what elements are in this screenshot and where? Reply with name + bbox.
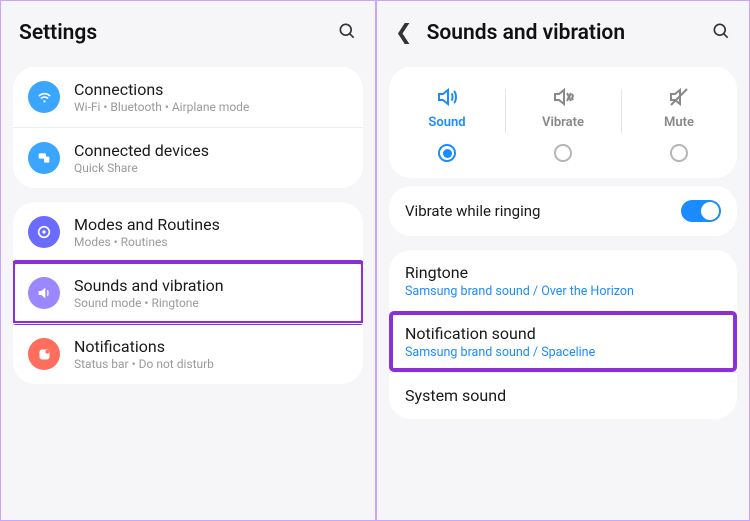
settings-item-subtitle: Sound mode • Ringtone [74, 296, 348, 310]
mode-label: Sound [428, 115, 465, 130]
settings-item-title: Connected devices [74, 141, 348, 160]
ringtone-item[interactable]: Ringtone Samsung brand sound / Over the … [389, 250, 737, 311]
radio-unselected[interactable] [670, 144, 688, 162]
search-icon[interactable] [337, 21, 357, 45]
mute-icon [666, 85, 692, 109]
modes-icon [28, 216, 60, 248]
settings-screen: Settings Connections Wi-Fi • Bluetooth •… [0, 0, 376, 521]
mode-option-sound[interactable]: Sound [389, 85, 505, 162]
settings-item-subtitle: Quick Share [74, 161, 348, 175]
settings-group: Modes and Routines Modes • Routines Soun… [13, 202, 363, 384]
sound-settings-list: Ringtone Samsung brand sound / Over the … [389, 250, 737, 419]
settings-item-connections[interactable]: Connections Wi-Fi • Bluetooth • Airplane… [13, 67, 363, 127]
settings-item-sounds-vibration[interactable]: Sounds and vibration Sound mode • Ringto… [13, 262, 363, 323]
list-item-title: Ringtone [405, 263, 721, 282]
toggle-switch-on[interactable] [681, 200, 721, 222]
switch-label: Vibrate while ringing [405, 202, 681, 220]
settings-item-title: Notifications [74, 337, 348, 356]
list-item-subtitle: Samsung brand sound / Spaceline [405, 345, 721, 360]
vibrate-icon [550, 85, 576, 109]
sound-icon [28, 277, 60, 309]
mode-option-mute[interactable]: Mute [621, 85, 737, 162]
list-item-title: System sound [405, 386, 721, 405]
sounds-header: ❮ Sounds and vibration [377, 1, 749, 67]
list-item-subtitle: Samsung brand sound / Over the Horizon [405, 284, 721, 299]
settings-item-modes-routines[interactable]: Modes and Routines Modes • Routines [13, 202, 363, 262]
settings-item-subtitle: Modes • Routines [74, 235, 348, 249]
mode-label: Mute [664, 115, 694, 130]
notifications-icon [28, 338, 60, 370]
settings-item-notifications[interactable]: Notifications Status bar • Do not distur… [13, 323, 363, 384]
notification-sound-item[interactable]: Notification sound Samsung brand sound /… [391, 313, 735, 370]
mode-label: Vibrate [542, 115, 584, 130]
list-item-title: Notification sound [405, 324, 721, 343]
settings-item-title: Sounds and vibration [74, 276, 348, 295]
back-icon[interactable]: ❮ [395, 23, 413, 44]
devices-icon [28, 142, 60, 174]
vibrate-while-ringing-row[interactable]: Vibrate while ringing [389, 186, 737, 236]
settings-item-subtitle: Status bar • Do not disturb [74, 357, 348, 371]
radio-unselected[interactable] [554, 144, 572, 162]
system-sound-item[interactable]: System sound [389, 372, 737, 419]
settings-item-subtitle: Wi-Fi • Bluetooth • Airplane mode [74, 100, 348, 114]
search-icon[interactable] [711, 21, 731, 45]
settings-group: Connections Wi-Fi • Bluetooth • Airplane… [13, 67, 363, 188]
settings-item-title: Modes and Routines [74, 215, 348, 234]
wifi-icon [28, 81, 60, 113]
speaker-icon [434, 85, 460, 109]
sounds-vibration-screen: ❮ Sounds and vibration Sound Vibrate Mut… [376, 0, 750, 521]
radio-selected[interactable] [438, 144, 456, 162]
settings-header: Settings [1, 1, 375, 67]
settings-item-title: Connections [74, 80, 348, 99]
page-title: Settings [19, 21, 337, 45]
settings-item-connected-devices[interactable]: Connected devices Quick Share [13, 127, 363, 188]
page-title: Sounds and vibration [427, 21, 711, 45]
mode-option-vibrate[interactable]: Vibrate [505, 85, 621, 162]
sound-mode-selector: Sound Vibrate Mute [389, 67, 737, 178]
